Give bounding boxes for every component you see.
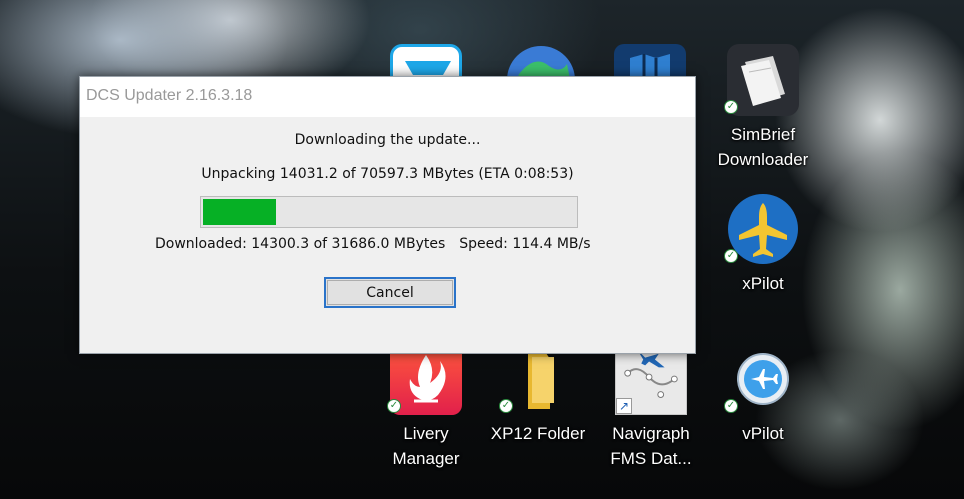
cancel-button-label: Cancel: [327, 280, 453, 305]
shortcut-livery-manager[interactable]: ✓ Livery Manager: [378, 343, 474, 471]
download-stats: Downloaded: 14300.3 of 31686.0 MBytes Spe…: [155, 236, 591, 252]
progress-bar: [200, 196, 578, 228]
progress-fill: [203, 199, 276, 225]
shortcut-label: XP12 Folder: [490, 424, 586, 443]
shortcut-label: vPilot: [742, 424, 784, 443]
speed-text: Speed: 114.4 MB/s: [459, 236, 591, 252]
vpilot-icon: ✓: [724, 343, 799, 415]
dcs-updater-dialog: DCS Updater 2.16.3.18 Downloading the up…: [79, 76, 696, 354]
shortcut-vpilot[interactable]: ✓ vPilot: [715, 343, 811, 446]
shortcut-xpilot[interactable]: ✓ xPilot: [715, 193, 811, 296]
shortcut-xp12-folder[interactable]: ✓ XP12 Folder: [490, 343, 586, 446]
dialog-title: DCS Updater 2.16.3.18: [86, 87, 253, 104]
xpilot-icon: ✓: [724, 193, 799, 265]
sync-status-icon: ✓: [724, 249, 738, 263]
sync-status-icon: ✓: [499, 399, 513, 413]
shortcut-label: Livery Manager: [392, 424, 460, 468]
status-message: Downloading the update...: [294, 132, 481, 148]
shortcut-arrow-icon: ↗: [616, 398, 632, 414]
shortcut-navigraph-fms[interactable]: ↗ Navigraph FMS Dat...: [603, 343, 699, 471]
unpacking-message: Unpacking 14031.2 of 70597.3 MBytes (ETA…: [201, 166, 574, 182]
dialog-titlebar[interactable]: DCS Updater 2.16.3.18: [80, 77, 695, 117]
sync-status-icon: ✓: [724, 399, 738, 413]
simbrief-icon: ✓: [724, 44, 799, 116]
downloaded-text: Downloaded: 14300.3 of 31686.0 MBytes: [155, 236, 446, 252]
cancel-button[interactable]: Cancel: [324, 277, 456, 308]
sync-status-icon: ✓: [387, 399, 401, 413]
shortcut-simbrief-downloader[interactable]: ✓ SimBrief Downloader: [715, 44, 811, 172]
shortcut-label: xPilot: [742, 274, 784, 293]
sync-status-icon: ✓: [724, 100, 738, 114]
shortcut-label: Navigraph FMS Dat...: [610, 424, 692, 468]
shortcut-label: SimBrief Downloader: [717, 125, 809, 169]
